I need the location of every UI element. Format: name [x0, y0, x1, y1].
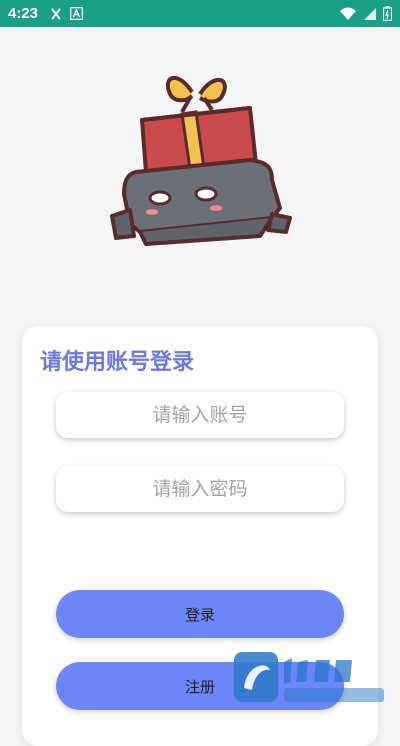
login-title: 请使用账号登录 — [40, 350, 195, 375]
a-box-icon — [70, 6, 84, 20]
watermark-logo — [234, 652, 384, 702]
wifi-icon — [340, 7, 356, 20]
login-button[interactable]: 登录 — [56, 590, 344, 638]
battery-icon — [383, 6, 392, 21]
password-field[interactable] — [56, 466, 344, 512]
status-right-icons — [339, 6, 392, 21]
login-button-label: 登录 — [184, 605, 215, 624]
status-time: 4:23 — [8, 5, 39, 22]
gift-robot-mascot — [110, 76, 292, 246]
password-input[interactable] — [56, 477, 344, 501]
signal-icon — [364, 7, 376, 20]
account-field[interactable] — [56, 392, 344, 438]
status-bar: 4:23 — [0, 0, 400, 27]
account-input[interactable] — [56, 403, 344, 427]
status-left-icons — [50, 6, 84, 21]
bug-icon — [51, 7, 61, 20]
register-button-label: 注册 — [184, 677, 215, 696]
